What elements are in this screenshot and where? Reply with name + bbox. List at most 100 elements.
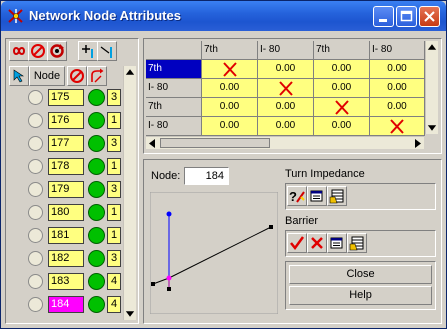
node-name-field[interactable]: 182 (48, 250, 84, 267)
node-status-indicator[interactable] (88, 227, 105, 244)
prohibited-turn-cell[interactable] (314, 98, 370, 117)
diagram-node-selected[interactable] (166, 275, 172, 281)
node-row[interactable]: 182 3 (28, 249, 122, 268)
barrier-window-button[interactable] (327, 233, 347, 253)
node-row[interactable]: 184 4 (28, 295, 122, 314)
node-radio[interactable] (28, 297, 43, 312)
scroll-up-icon[interactable] (426, 41, 438, 53)
node-row[interactable]: 179 3 (28, 180, 122, 199)
title-bar[interactable]: Network Node Attributes (1, 1, 446, 31)
scroll-left-icon[interactable] (146, 137, 158, 150)
node-row[interactable]: 181 1 (28, 226, 122, 245)
impedance-cell[interactable]: 0.00 (258, 117, 314, 136)
close-window-button[interactable] (419, 6, 440, 27)
impedance-cell[interactable]: 0.00 (314, 60, 370, 79)
node-name-field[interactable]: 184 (48, 296, 84, 313)
node-radio[interactable] (28, 113, 43, 128)
node-row[interactable]: 176 1 (28, 111, 122, 130)
prohibited-turn-cell[interactable] (370, 117, 425, 136)
impedance-cell[interactable]: 0.00 (314, 79, 370, 98)
diagram-node-blue[interactable] (166, 211, 172, 217)
infinity-button[interactable] (9, 41, 29, 61)
barrier-filter-button[interactable] (67, 66, 87, 86)
node-radio[interactable] (28, 228, 43, 243)
node-row[interactable]: 178 1 (28, 157, 122, 176)
node-row[interactable]: 183 4 (28, 272, 122, 291)
close-button[interactable]: Close (289, 265, 432, 284)
scroll-down-icon[interactable] (124, 308, 136, 320)
diagram-node-left[interactable] (151, 282, 155, 286)
grid-row-header[interactable]: 7th (146, 98, 202, 117)
clear-button[interactable] (28, 41, 48, 61)
node-status-indicator[interactable] (88, 204, 105, 221)
scroll-up-icon[interactable] (124, 66, 136, 78)
node-status-indicator[interactable] (88, 135, 105, 152)
node-name-field[interactable]: 183 (48, 273, 84, 290)
node-radio[interactable] (28, 182, 43, 197)
select-tool-button[interactable] (9, 66, 29, 86)
node-status-indicator[interactable] (88, 181, 105, 198)
impedance-cell[interactable]: 0.00 (202, 79, 258, 98)
node-row[interactable]: 180 1 (28, 203, 122, 222)
impedance-cell[interactable]: 0.00 (314, 117, 370, 136)
turn-impedance-window-button[interactable] (307, 186, 327, 206)
grid-row-header[interactable]: I- 80 (146, 117, 202, 136)
grid-column-header[interactable]: 7th (314, 41, 370, 60)
node-column-header[interactable]: Node (29, 66, 65, 86)
node-row[interactable]: 177 3 (28, 134, 122, 153)
barrier-cross-button[interactable] (307, 233, 327, 253)
grid-horizontal-scrollbar[interactable] (146, 136, 424, 149)
scroll-down-icon[interactable] (426, 122, 438, 134)
grid-vertical-scrollbar[interactable] (425, 41, 438, 134)
grid-column-header[interactable]: I- 80 (258, 41, 314, 60)
node-status-indicator[interactable] (88, 296, 105, 313)
minimize-button[interactable] (373, 6, 394, 27)
node-row[interactable]: 175 3 (28, 88, 122, 107)
node-status-indicator[interactable] (88, 273, 105, 290)
add-node-button[interactable] (78, 41, 98, 61)
impedance-cell[interactable]: 0.00 (202, 98, 258, 117)
barrier-table-button[interactable] (347, 233, 367, 253)
impedance-cell[interactable]: 0.00 (370, 79, 425, 98)
impedance-cell[interactable]: 0.00 (202, 117, 258, 136)
node-name-field[interactable]: 176 (48, 112, 84, 129)
node-name-field[interactable]: 181 (48, 227, 84, 244)
node-name-field[interactable]: 177 (48, 135, 84, 152)
node-radio[interactable] (28, 90, 43, 105)
node-status-indicator[interactable] (88, 158, 105, 175)
turn-filter-button[interactable] (87, 66, 107, 86)
node-radio[interactable] (28, 136, 43, 151)
node-status-indicator[interactable] (88, 89, 105, 106)
node-name-field[interactable]: 178 (48, 158, 84, 175)
refresh-button[interactable] (47, 41, 67, 61)
impedance-cell[interactable]: 0.00 (370, 98, 425, 117)
scroll-right-icon[interactable] (412, 137, 424, 150)
grid-column-header[interactable]: 7th (202, 41, 258, 60)
help-button[interactable]: Help (289, 286, 432, 305)
impedance-cell[interactable]: 0.00 (258, 98, 314, 117)
scroll-thumb[interactable] (160, 138, 270, 148)
maximize-button[interactable] (396, 6, 417, 27)
impedance-cell[interactable]: 0.00 (370, 60, 425, 79)
turn-impedance-edit-button[interactable]: ? (287, 186, 307, 206)
grid-column-header[interactable]: I- 80 (370, 41, 425, 60)
turn-impedance-table-button[interactable] (327, 186, 347, 206)
impedance-cell[interactable]: 0.00 (258, 60, 314, 79)
grid-row-header[interactable]: I- 80 (146, 79, 202, 98)
node-status-indicator[interactable] (88, 112, 105, 129)
node-radio[interactable] (28, 274, 43, 289)
diagram-node-right[interactable] (269, 225, 273, 229)
prohibited-turn-cell[interactable] (202, 60, 258, 79)
barrier-check-button[interactable] (287, 233, 307, 253)
node-name-field[interactable]: 175 (48, 89, 84, 106)
diagram-node-bottom[interactable] (167, 287, 171, 291)
node-name-field[interactable]: 179 (48, 181, 84, 198)
node-value-field[interactable]: 184 (184, 167, 229, 185)
node-status-indicator[interactable] (88, 250, 105, 267)
ramp-button[interactable] (97, 41, 117, 61)
node-radio[interactable] (28, 159, 43, 174)
node-list-scrollbar[interactable] (123, 66, 136, 320)
prohibited-turn-cell[interactable] (258, 79, 314, 98)
grid-row-header[interactable]: 7th (146, 60, 202, 79)
node-radio[interactable] (28, 251, 43, 266)
